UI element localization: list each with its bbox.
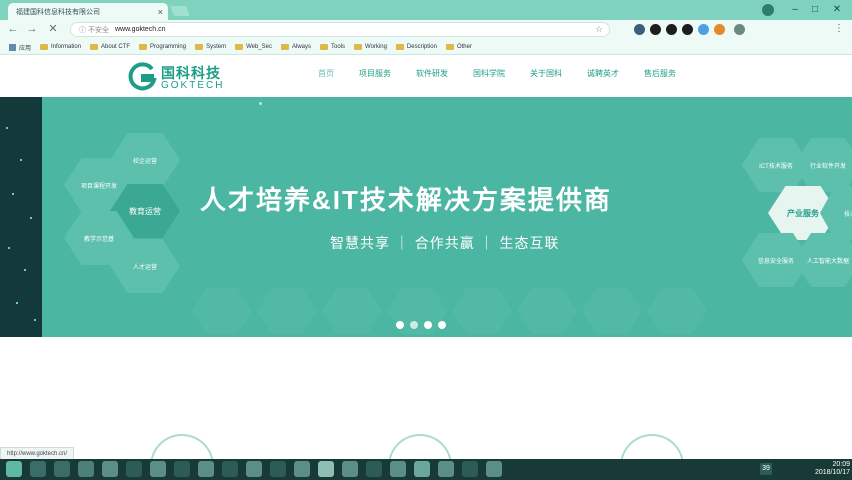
app-icon[interactable] [462,461,478,477]
banner-dark-strip [0,97,42,337]
close-window-button[interactable]: ✕ [828,3,846,17]
decor-dot [259,102,262,105]
folder-icon [354,44,363,50]
extension-icon[interactable] [666,24,677,35]
nav-home[interactable]: 首页 [318,68,334,79]
address-bar[interactable]: ⓘ 不安全 www.goktech.cn ☆ [70,22,610,37]
url-text[interactable]: www.goktech.cn [115,26,166,33]
app-icon[interactable] [270,461,286,477]
extension-icon[interactable] [734,24,745,35]
notification-badge[interactable]: 39 [760,463,772,475]
decor-hexagon [387,287,447,335]
folder-icon [320,44,328,50]
decor-hexagon [322,287,382,335]
app-icon[interactable] [198,461,214,477]
bookmark-folder[interactable]: About CTF [90,44,130,50]
app-icon[interactable] [246,461,262,477]
bookmark-folder[interactable]: Web_Sec [235,44,272,50]
folder-icon [445,44,454,50]
security-indicator[interactable]: ⓘ 不安全 [79,25,109,35]
tab-close-icon[interactable]: × [158,7,163,17]
carousel-dot[interactable] [424,321,432,329]
nav-after-sales[interactable]: 售后服务 [644,68,676,79]
banner-subline: 智慧共享 ｜ 合作共赢 ｜ 生态互联 [330,235,560,251]
clock-time: 20:09 [832,461,850,468]
bookmark-folder[interactable]: Description [395,44,437,50]
extension-icon[interactable] [682,24,693,35]
app-icon[interactable] [318,461,334,477]
app-icon[interactable] [294,461,310,477]
banner-headline: 人才培养&IT技术解决方案提供商 [200,185,612,215]
folder-icon [395,44,404,50]
extension-icon[interactable] [698,24,709,35]
file-explorer-icon[interactable] [78,461,94,477]
apps-icon [9,43,16,51]
site-logo[interactable]: 国科科技 GOKTECH [127,60,247,94]
bookmark-folder[interactable]: Working [354,44,387,50]
app-icon[interactable] [390,461,406,477]
bookmark-folder[interactable]: Programming [139,44,186,50]
bookmark-folder[interactable]: System [195,44,226,50]
decor-hexagon [452,287,512,335]
app-icon[interactable] [222,461,238,477]
app-icon[interactable] [438,461,454,477]
bookmark-apps[interactable]: 应用 [9,43,31,52]
hero-banner[interactable]: 校企运营 项目课程开发 教育运营 教学示范基 人才运营 ICT技术服务 行业软件… [42,97,852,337]
new-tab-button[interactable] [170,6,190,16]
browser-tab[interactable]: 福建国科信息科技有限公司 × [8,3,168,20]
app-icon[interactable] [174,461,190,477]
folder-icon [195,44,204,50]
nav-software-dev[interactable]: 软件研发 [416,68,448,79]
chrome-icon[interactable] [414,461,430,477]
extension-icon[interactable] [634,24,645,35]
profile-icon[interactable] [762,4,774,16]
decor-hexagon [647,287,707,335]
bookmark-folder[interactable]: Other [445,44,472,50]
minimize-button[interactable]: – [786,3,804,17]
folder-icon [280,44,289,50]
app-icon[interactable] [126,461,142,477]
system-clock[interactable]: 20:09 2018/10/17 [795,461,850,477]
decor-hexagon [517,287,577,335]
clock-date: 2018/10/17 [814,469,850,476]
search-icon[interactable] [30,461,46,477]
bookmarks-bar: 应用 Information About CTF Programming Sys… [0,40,852,55]
nav-careers[interactable]: 诚聘英才 [587,68,619,79]
logo-en-text: GOKTECH [161,80,225,91]
nav-about[interactable]: 关于国科 [530,68,562,79]
decor-hexagon [582,287,642,335]
forward-button[interactable]: → [25,22,39,36]
carousel-dot-active[interactable] [410,321,418,329]
menu-icon[interactable]: ⋮ [834,23,844,35]
bookmark-folder[interactable]: Always [280,44,311,50]
carousel-dot[interactable] [438,321,446,329]
decor-hexagon [192,287,252,335]
nav-academy[interactable]: 国科学院 [473,68,505,79]
app-icon[interactable] [486,461,502,477]
folder-icon [40,44,49,50]
bookmark-folder[interactable]: Information [40,44,81,50]
back-button[interactable]: ← [6,22,20,36]
app-icon[interactable] [150,461,166,477]
carousel-dot[interactable] [396,321,404,329]
app-icon[interactable] [102,461,118,477]
decor-hexagon [257,287,317,335]
maximize-button[interactable]: □ [806,3,824,17]
task-view-icon[interactable] [54,461,70,477]
app-icon[interactable] [342,461,358,477]
folder-icon [235,44,244,50]
bookmark-star-icon[interactable]: ☆ [595,24,603,35]
folder-icon [139,44,148,50]
start-button[interactable] [6,461,22,477]
app-icon[interactable] [366,461,382,477]
main-nav: 首页 项目服务 软件研发 国科学院 关于国科 诚聘英才 售后服务 [318,68,701,79]
bookmark-folder[interactable]: Tools [320,44,345,50]
nav-project-services[interactable]: 项目服务 [359,68,391,79]
extension-icon[interactable] [650,24,661,35]
extension-icon[interactable] [714,24,725,35]
tab-title: 福建国科信息科技有限公司 [16,8,100,16]
folder-icon [90,44,99,50]
stop-button[interactable]: ✕ [46,22,60,36]
goktech-logo-icon [128,62,157,91]
